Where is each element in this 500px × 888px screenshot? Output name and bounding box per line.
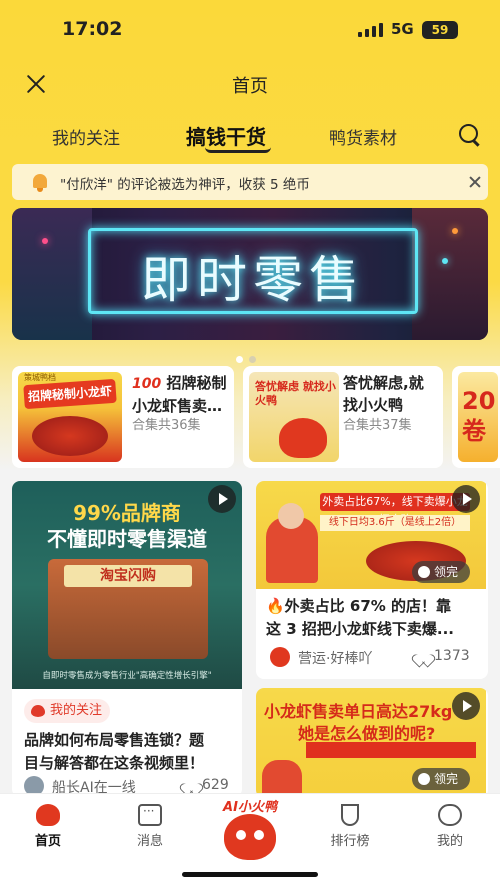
home-indicator [182,872,318,877]
collection-thumbnail: 答忧解虑 就找小火鸭 [249,372,339,462]
mascot-eye [254,830,264,840]
claimed-badge: 领完 [412,768,470,790]
page-title: 首页 [232,76,268,97]
claimed-badge: 领完 [412,561,470,583]
banner-carousel[interactable]: 即时零售 [12,208,488,340]
message-icon [138,804,162,826]
bell-icon [30,172,50,192]
thumbnail-strip [306,742,476,758]
crayfish-image [32,416,108,456]
active-tab-indicator [205,147,271,153]
heart-icon [184,778,198,790]
following-tag: 我的关注 [24,699,111,723]
collection-card[interactable]: 答忧解虑 就找小火鸭 答忧解虑,就 找小火鸭 合集共37集 [243,366,443,468]
video-thumbnail: 99%品牌商 不懂即时零售渠道 淘宝闪购 自即时零售成为零售行业"高确定性增长引… [12,481,242,689]
status-bar: 17:02 5G 59 [0,0,500,60]
play-icon[interactable] [208,485,236,513]
profile-icon [438,804,462,826]
home-mascot-icon [36,804,60,826]
like-count-value: 1373 [434,648,470,664]
nav-label: 消息 [136,834,163,849]
thumbnail-subline: 她是怎么做到的呢? [298,724,436,743]
thumbnail-headline: 不懂即时零售渠道 [47,527,207,551]
nav-label: 首页 [34,834,61,849]
person-head [278,503,304,529]
banner-bg-left [12,208,92,340]
collection-card[interactable]: 策城鸭档 招牌秘制小龙虾 100 招牌秘制 小龙虾售卖… 合集共36集 [12,366,234,468]
thumbnail-headline: 小龙虾售卖单日高达27kg [264,702,453,721]
signal-icon [358,23,384,37]
collection-title-line: 找小火鸭 [343,396,404,414]
nav-label: 排行榜 [330,834,370,849]
feed-card[interactable]: 小龙虾售卖单日高达27kg 她是怎么做到的呢? 领完 [256,688,488,798]
post-title-line: 品牌如何布局零售连锁？题 [24,731,205,749]
nav-me[interactable]: 我的 [420,804,480,849]
thumbnail-caption: 自即时零售成为零售行业"高确定性增长引擎" [42,671,212,681]
battery-icon: 59 [422,21,458,39]
thumbnail-headline: 外卖占比67%，线下卖爆小龙虾攻略 [320,493,470,526]
storefront-sign: 淘宝闪购 [64,565,192,587]
neon-light [452,228,458,234]
mascot-icon [224,814,276,860]
notification-close-icon[interactable] [468,175,482,189]
thumbnail-brand: 策城鸭档 [24,373,56,382]
neon-light [42,238,48,244]
collection-count: 合集共36集 [132,418,201,433]
thumbnail-label: 招牌秘制小龙虾 [23,378,117,410]
banner-bg-right [412,208,488,340]
thumbnail-label: 20 卷 [462,387,496,445]
nav-messages[interactable]: 消息 [120,804,180,849]
mascot-eye [236,830,246,840]
like-count[interactable]: 1373 [416,648,470,664]
trophy-icon [341,804,359,826]
notification-bar[interactable]: "付欣洋" 的评论被选为神评，收获 5 绝币 [12,164,488,200]
banner-title: 即时零售 [141,251,365,309]
nav-home[interactable]: 首页 [18,804,78,849]
collection-card[interactable]: 20 卷 [452,366,500,468]
collection-title-line: 答忧解虑,就 [343,374,424,392]
post-title-line: 🔥外卖占比 67% 的店！靠 [266,597,452,615]
avatar[interactable] [270,647,290,667]
collection-title: 答忧解虑,就 找小火鸭 [343,372,424,416]
feed-card[interactable]: 99%品牌商 不懂即时零售渠道 淘宝闪购 自即时零售成为零售行业"高确定性增长引… [12,481,242,797]
post-title-line: 目与解答都在这条视频里！ [24,754,205,772]
like-count[interactable]: 629 [184,777,229,793]
post-title-line: 这 3 招把小龙虾线下卖爆... [266,620,454,638]
tab-following[interactable]: 我的关注 [52,124,120,149]
hundred-badge: 100 [132,376,162,392]
like-count-value: 629 [202,777,229,793]
post-title: 🔥外卖占比 67% 的店！靠 这 3 招把小龙虾线下卖爆... [266,595,454,641]
mascot-image [279,418,327,458]
tab-duck-materials[interactable]: 鸭货素材 [329,124,397,149]
feed-card[interactable]: 外卖占比67%，线下卖爆小龙虾攻略 线下日均3.6斤（是线上2倍） 领完 🔥外卖… [256,481,488,679]
thumbnail-subline: 线下日均3.6斤（是线上2倍） [320,515,470,531]
neon-light [442,258,448,264]
thumbnail-label: 答忧解虑 就找小火鸭 [255,380,336,407]
network-label: 5G [391,20,414,38]
notification-text: "付欣洋" 的评论被选为神评，收获 5 绝币 [60,177,310,193]
collection-count: 合集共37集 [343,418,412,433]
nav-label: 我的 [436,834,463,849]
status-time: 17:02 [62,18,123,40]
play-icon[interactable] [452,692,480,720]
author-name[interactable]: 营运·好棒吖 [298,648,372,668]
heart-icon [416,649,430,661]
play-icon[interactable] [452,485,480,513]
search-icon[interactable] [459,124,481,146]
nav-ranking[interactable]: 排行榜 [320,804,380,849]
tab-money-tips[interactable]: 搞钱干货 [186,121,266,150]
collection-thumbnail: 20 卷 [458,372,498,462]
collection-title-line: 小龙虾售卖… [132,397,223,415]
ai-mascot-label: AI小火鸭 [223,800,277,815]
collection-title: 100 招牌秘制 小龙虾售卖… [132,372,226,417]
collection-thumbnail: 策城鸭档 招牌秘制小龙虾 [18,372,122,462]
post-title: 品牌如何布局零售连锁？题 目与解答都在这条视频里！ [24,729,204,775]
carousel-indicator [236,348,262,367]
collection-title-line: 招牌秘制 [166,374,227,392]
